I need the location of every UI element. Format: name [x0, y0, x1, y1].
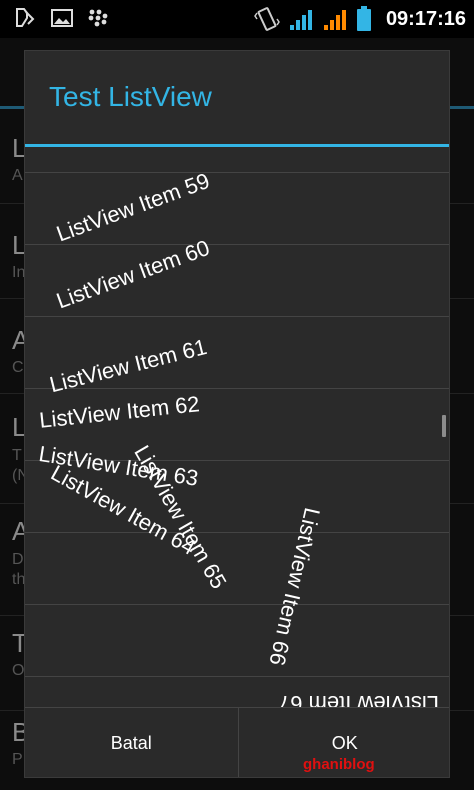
listview[interactable]: ListView Item 59 ListView Item 60 ListVi…	[25, 147, 449, 707]
list-divider	[25, 316, 449, 317]
list-divider	[25, 244, 449, 245]
watermark: ghaniblog	[303, 756, 375, 773]
list-item[interactable]: ListView Item 67	[278, 690, 439, 707]
listview-dialog: Test ListView ListView Item 59 ListView …	[24, 50, 450, 778]
status-clock: 09:17:16	[385, 7, 466, 30]
background-row-subtitle: P	[12, 751, 23, 768]
background-row-subtitle: C	[12, 359, 24, 376]
list-divider	[25, 604, 449, 605]
notification-icons	[14, 6, 110, 30]
list-divider	[25, 172, 449, 173]
list-divider	[25, 676, 449, 677]
dialog-title: Test ListView	[49, 81, 212, 112]
list-divider	[25, 532, 449, 533]
usb-debug-icon	[16, 8, 35, 27]
blackberry-icon	[88, 9, 108, 27]
list-item[interactable]: ListView Item 66	[263, 505, 325, 668]
signal-icon	[289, 10, 312, 30]
system-icons: 09:17:16	[254, 4, 466, 34]
background-row-subtitle: A	[12, 167, 23, 184]
list-item[interactable]: ListView Item 60	[53, 235, 213, 315]
status-bar: 09:17:16	[0, 0, 474, 38]
background-row-subtitle: O	[12, 662, 25, 679]
vibrate-icon	[254, 7, 280, 31]
scrollbar-thumb[interactable]	[442, 415, 446, 437]
image-notification-icon	[51, 9, 73, 27]
list-item[interactable]: ListView Item 59	[53, 168, 213, 248]
list-item[interactable]: ListView Item 62	[38, 391, 201, 434]
signal-icon	[323, 10, 346, 30]
cancel-button[interactable]: Batal	[25, 708, 238, 777]
dialog-button-bar: Batal OK	[25, 707, 449, 777]
battery-icon	[356, 6, 371, 31]
